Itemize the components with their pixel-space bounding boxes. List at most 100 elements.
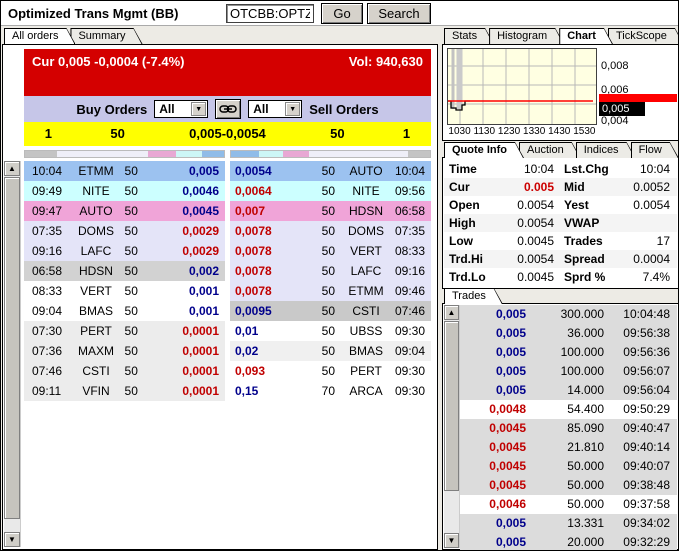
order-book-row[interactable]: 09:16 LAFC 50 0,0029 0,0078 50 VERT 08:3… [24,241,431,261]
chevron-down-icon[interactable]: ▼ [191,102,206,116]
ask-size: 50 [294,221,343,241]
ask-side[interactable]: 0,0078 50 LAFC 09:16 [230,261,431,281]
totals-row: 1 50 0,005-0,0054 50 1 [24,122,431,146]
x-tick: 1130 [474,126,496,137]
bid-side[interactable]: 07:36 MAXM 50 0,0001 [24,341,225,361]
order-book-row[interactable]: 09:04 BMAS 50 0,001 0,0095 50 CSTI 07:46 [24,301,431,321]
ask-side[interactable]: 0,0078 50 DOMS 07:35 [230,221,431,241]
order-book-row[interactable]: 07:46 CSTI 50 0,0001 0,093 50 PERT 09:30 [24,361,431,381]
order-book-row[interactable]: 09:47 AUTO 50 0,0045 0,007 50 HDSN 06:58 [24,201,431,221]
tab[interactable]: Trades [444,288,503,304]
ask-side[interactable]: 0,0078 50 VERT 08:33 [230,241,431,261]
quote-label: Trades [554,232,618,250]
tab[interactable]: Auction [519,142,581,158]
depth-bar-segment [283,151,309,157]
search-button[interactable]: Search [367,3,431,24]
bid-size: 50 [125,341,164,361]
ask-side[interactable]: 0,15 70 ARCA 09:30 [230,381,431,401]
quote-label: VWAP [554,214,618,232]
order-book-row[interactable]: 07:36 MAXM 50 0,0001 0,02 50 BMAS 09:04 [24,341,431,361]
bid-size: 50 [125,261,164,281]
bid-size: 50 [125,361,164,381]
ask-side[interactable]: 0,0054 50 AUTO 10:04 [230,161,431,181]
bid-side[interactable]: 10:04 ETMM 50 0,005 [24,161,225,181]
scroll-up-button[interactable]: ▲ [4,161,20,176]
ask-side[interactable]: 0,01 50 UBSS 09:30 [230,321,431,341]
tab[interactable]: All orders [4,28,75,44]
trade-row[interactable]: 0,0045 50.000 09:40:07 [460,457,677,476]
trade-row[interactable]: 0,0045 85.090 09:40:47 [460,419,677,438]
trade-row[interactable]: 0,005 14.000 09:56:04 [460,381,677,400]
quote-value: 0.0004 [618,250,677,268]
bid-side[interactable]: 07:46 CSTI 50 0,0001 [24,361,225,381]
trade-row[interactable]: 0,0046 50.000 09:37:58 [460,495,677,514]
trade-row[interactable]: 0,0045 50.000 09:38:48 [460,476,677,495]
ask-price: 0,0078 [230,241,294,261]
trade-time: 09:34:02 [604,514,677,533]
symbol-input[interactable] [226,4,314,23]
tab[interactable]: Summary [70,28,142,44]
ask-side[interactable]: 0,093 50 PERT 09:30 [230,361,431,381]
scrollbar-thumb[interactable] [4,177,20,519]
trade-row[interactable]: 0,0048 54.400 09:50:29 [460,400,677,419]
order-book-row[interactable]: 09:11 VFIN 50 0,0001 0,15 70 ARCA 09:30 [24,381,431,401]
trade-row[interactable]: 0,005 100.000 09:56:36 [460,343,677,362]
tab[interactable]: Quote Info [444,142,524,158]
bid-price: 0,005 [164,161,225,181]
trade-row[interactable]: 0,005 13.331 09:34:02 [460,514,677,533]
order-book-row[interactable]: 09:49 NITE 50 0,0046 0,0064 50 NITE 09:5… [24,181,431,201]
depth-distribution-bars [24,150,431,158]
bid-side[interactable]: 06:58 HDSN 50 0,002 [24,261,225,281]
order-book-row[interactable]: 07:30 PERT 50 0,0001 0,01 50 UBSS 09:30 [24,321,431,341]
ask-side[interactable]: 0,0064 50 NITE 09:56 [230,181,431,201]
bid-side[interactable]: 09:11 VFIN 50 0,0001 [24,381,225,401]
tab[interactable]: Chart [559,28,613,44]
trade-row[interactable]: 0,0045 21.810 09:40:14 [460,438,677,457]
buy-orders-filter-select[interactable]: All ▼ [154,100,208,118]
ask-side[interactable]: 0,02 50 BMAS 09:04 [230,341,431,361]
bid-side[interactable]: 09:16 LAFC 50 0,0029 [24,241,225,261]
bid-side[interactable]: 07:35 DOMS 50 0,0029 [24,221,225,241]
trade-price: 0,0045 [460,457,526,476]
link-filters-button[interactable] [215,99,241,119]
scroll-up-button[interactable]: ▲ [444,305,459,320]
order-book-row[interactable]: 06:58 HDSN 50 0,002 0,0078 50 LAFC 09:16 [24,261,431,281]
trade-row[interactable]: 0,005 20.000 09:32:29 [460,533,677,551]
ask-side[interactable]: 0,0078 50 ETMM 09:46 [230,281,431,301]
trade-row[interactable]: 0,005 300.000 10:04:48 [460,305,677,324]
scroll-down-button[interactable]: ▼ [444,533,459,548]
bid-side[interactable]: 09:49 NITE 50 0,0046 [24,181,225,201]
bid-side[interactable]: 09:47 AUTO 50 0,0045 [24,201,225,221]
order-book-row[interactable]: 07:35 DOMS 50 0,0029 0,0078 50 DOMS 07:3… [24,221,431,241]
order-book-row[interactable]: 10:04 ETMM 50 0,005 0,0054 50 AUTO 10:04 [24,161,431,181]
trade-time: 09:40:07 [604,457,677,476]
sell-orders-filter-select[interactable]: All ▼ [248,100,302,118]
bid-size: 50 [125,181,164,201]
tab[interactable]: TickScope [608,28,679,44]
scroll-down-button[interactable]: ▼ [4,532,20,547]
ask-time: 09:16 [389,261,431,281]
trades-scrollbar[interactable]: ▲ ▼ [444,305,460,548]
bid-side[interactable]: 07:30 PERT 50 0,0001 [24,321,225,341]
trade-row[interactable]: 0,005 36.000 09:56:38 [460,324,677,343]
order-book-scrollbar[interactable]: ▲ ▼ [4,161,21,547]
bid-side[interactable]: 09:04 BMAS 50 0,001 [24,301,225,321]
bid-side[interactable]: 08:33 VERT 50 0,001 [24,281,225,301]
trade-row[interactable]: 0,005 100.000 09:56:07 [460,362,677,381]
tab[interactable]: Indices [576,142,636,158]
ask-side[interactable]: 0,0095 50 CSTI 07:46 [230,301,431,321]
tab[interactable]: Histogram [489,28,564,44]
order-book-row[interactable]: 08:33 VERT 50 0,001 0,0078 50 ETMM 09:46 [24,281,431,301]
tab[interactable]: Flow [631,142,679,158]
ask-side[interactable]: 0,007 50 HDSN 06:58 [230,201,431,221]
ask-total-size: 50 [293,122,383,146]
scrollbar-thumb[interactable] [444,321,459,491]
bid-price: 0,0001 [164,321,225,341]
tab[interactable]: Stats [444,28,494,44]
trade-price: 0,005 [460,381,526,400]
go-button[interactable]: Go [321,3,363,24]
trade-price: 0,005 [460,305,526,324]
ask-size: 50 [294,161,343,181]
ask-time: 07:46 [389,301,431,321]
chevron-down-icon[interactable]: ▼ [285,102,300,116]
